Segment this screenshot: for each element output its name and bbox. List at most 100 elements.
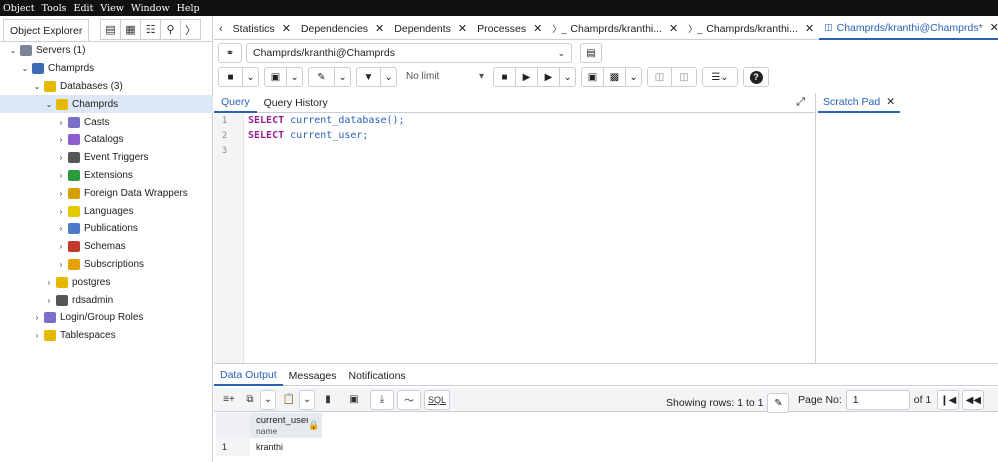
chevron-right-icon[interactable]: › (56, 118, 66, 127)
menu-tools[interactable]: Tools (39, 3, 71, 14)
chevron-down-icon[interactable]: ⌄ (626, 68, 641, 86)
chevron-right-icon[interactable]: › (56, 242, 66, 251)
close-icon[interactable]: ✕ (886, 96, 895, 108)
tab-statistics[interactable]: Statistics ✕ (228, 18, 296, 40)
tree-item[interactable]: › Languages (0, 202, 213, 220)
explain-analyze-icon[interactable]: ▩ (604, 68, 626, 86)
tree-item[interactable]: › Extensions (0, 167, 213, 185)
chevron-right-icon[interactable]: › (56, 135, 66, 144)
tree-item[interactable]: › Casts (0, 113, 213, 131)
tree-item[interactable]: › Login/Group Roles (0, 309, 213, 327)
tab-query-tool[interactable]: ◫ Champrds/kranthi@Champrds* ✕ (819, 18, 998, 40)
tab-query[interactable]: Query (214, 93, 257, 113)
copy-icon[interactable]: ⧉ (240, 390, 260, 410)
graph-icon[interactable]: 〜 (397, 389, 421, 410)
edit-pencil-icon[interactable]: ✎ (309, 68, 335, 86)
table-toolbar-icon[interactable]: ▦ (120, 19, 141, 40)
tab-query-history[interactable]: Query History (257, 93, 335, 113)
page-number-input[interactable]: 1 (845, 390, 910, 410)
tab-messages[interactable]: Messages (283, 366, 343, 386)
download-icon[interactable]: ⤓ (370, 389, 394, 410)
chevron-down-icon[interactable]: ⌄ (381, 68, 396, 86)
chevron-down-icon[interactable]: ⌄ (287, 68, 302, 86)
tab-scroll-left-icon[interactable]: ‹ (214, 23, 228, 35)
menu-edit[interactable]: Edit (71, 3, 98, 14)
tab-notifications[interactable]: Notifications (342, 366, 411, 386)
menu-help[interactable]: Help (174, 3, 204, 14)
macros-icon[interactable]: ☰⌄ (703, 68, 737, 86)
close-icon[interactable]: ✕ (669, 22, 678, 35)
sql-editor[interactable]: 1 2 3 SELECT current_database(); SELECT … (214, 114, 815, 363)
close-icon[interactable]: ✕ (375, 22, 384, 35)
chevron-right-icon[interactable]: › (44, 296, 54, 305)
code-area[interactable]: SELECT current_database(); SELECT curren… (248, 114, 405, 158)
save-icon[interactable]: ▣ (265, 68, 287, 86)
terminal-icon[interactable]: 〉 (180, 19, 201, 40)
chevron-right-icon[interactable]: › (32, 331, 42, 340)
chevron-right-icon[interactable]: › (44, 278, 54, 287)
object-explorer-tab[interactable]: Object Explorer (3, 19, 90, 41)
connection-select[interactable]: Champrds/kranthi@Champrds ⌄ (246, 43, 572, 63)
tab-dependencies[interactable]: Dependencies ✕ (296, 18, 389, 40)
commit-icon[interactable]: ◫ (648, 68, 672, 86)
chevron-down-icon[interactable]: ⌄ (299, 389, 315, 410)
tree-item[interactable]: ⌄ Databases (3) (0, 78, 213, 96)
close-icon[interactable]: ✕ (990, 21, 998, 34)
cell-current-user[interactable]: kranthi (250, 438, 322, 456)
stop-icon[interactable]: ■ (494, 68, 516, 86)
previous-page-icon[interactable]: ◀◀ (962, 390, 985, 410)
tree-item[interactable]: › Tablespaces (0, 327, 213, 345)
open-file-icon[interactable]: ■ (219, 68, 243, 86)
chevron-right-icon[interactable]: › (56, 207, 66, 216)
chevron-down-icon[interactable]: ⌄ (560, 68, 575, 86)
tree-item[interactable]: › rdsadmin (0, 291, 213, 309)
chevron-right-icon[interactable]: › (56, 260, 66, 269)
tab-psql-1[interactable]: 〉_ Champrds/kranthi... ✕ (547, 18, 683, 40)
chevron-right-icon[interactable]: › (56, 153, 66, 162)
chevron-down-icon[interactable]: ⌄ (44, 100, 54, 109)
chevron-right-icon[interactable]: › (56, 171, 66, 180)
tab-processes[interactable]: Processes ✕ (472, 18, 547, 40)
expand-icon[interactable]: ⤢ (796, 96, 805, 109)
menu-view[interactable]: View (97, 3, 128, 14)
tree-item[interactable]: › Foreign Data Wrappers (0, 184, 213, 202)
new-connection-icon[interactable]: ▤ (580, 43, 602, 63)
filter-rows-icon[interactable]: ☷ (140, 19, 161, 40)
chevron-down-icon[interactable]: ⌄ (8, 46, 18, 55)
tree-item[interactable]: › postgres (0, 273, 213, 291)
close-icon[interactable]: ✕ (282, 22, 291, 35)
search-icon[interactable]: ⚲ (160, 19, 181, 40)
chevron-down-icon[interactable]: ⌄ (335, 68, 350, 86)
table-row[interactable]: 1 kranthi (216, 438, 322, 456)
save-data-icon[interactable]: ▣ (342, 390, 366, 410)
help-icon[interactable]: ? (744, 68, 768, 86)
paste-icon[interactable]: 📋 (279, 390, 299, 410)
tree-item[interactable]: ⌄ Champrds (0, 95, 213, 114)
execute-options-icon[interactable]: ▶ (538, 68, 560, 86)
limit-select[interactable]: No limit ▾ (402, 67, 488, 87)
close-icon[interactable]: ✕ (458, 22, 467, 35)
tab-dependents[interactable]: Dependents ✕ (389, 18, 472, 40)
chevron-down-icon[interactable]: ⌄ (32, 82, 42, 91)
delete-icon[interactable]: ▮ (318, 390, 338, 410)
tree-item[interactable]: ⌄ Champrds (0, 60, 213, 78)
close-icon[interactable]: ✕ (533, 22, 542, 35)
chevron-down-icon[interactable]: ⌄ (260, 389, 276, 410)
tab-data-output[interactable]: Data Output (214, 366, 283, 386)
tree-item[interactable]: ⌄ Servers (1) (0, 42, 213, 60)
edit-pencil-icon[interactable]: ✎ (767, 393, 790, 413)
chevron-down-icon[interactable]: ⌄ (243, 68, 258, 86)
menu-object[interactable]: Object (0, 3, 39, 14)
tab-psql-2[interactable]: 〉_ Champrds/kranthi... ✕ (683, 18, 819, 40)
first-page-icon[interactable]: ❙◀ (937, 390, 960, 410)
rollback-icon[interactable]: ◫ (672, 68, 696, 86)
chevron-right-icon[interactable]: › (56, 224, 66, 233)
close-icon[interactable]: ✕ (805, 22, 814, 35)
chevron-right-icon[interactable]: › (56, 189, 66, 198)
filter-icon[interactable]: ▼ (357, 68, 381, 86)
tree-item[interactable]: › Event Triggers (0, 149, 213, 167)
connection-status-icon[interactable]: ⚭ (218, 43, 242, 63)
tree-item[interactable]: › Catalogs (0, 131, 213, 149)
chevron-down-icon[interactable]: ⌄ (20, 64, 30, 73)
tree-item[interactable]: › Publications (0, 220, 213, 238)
